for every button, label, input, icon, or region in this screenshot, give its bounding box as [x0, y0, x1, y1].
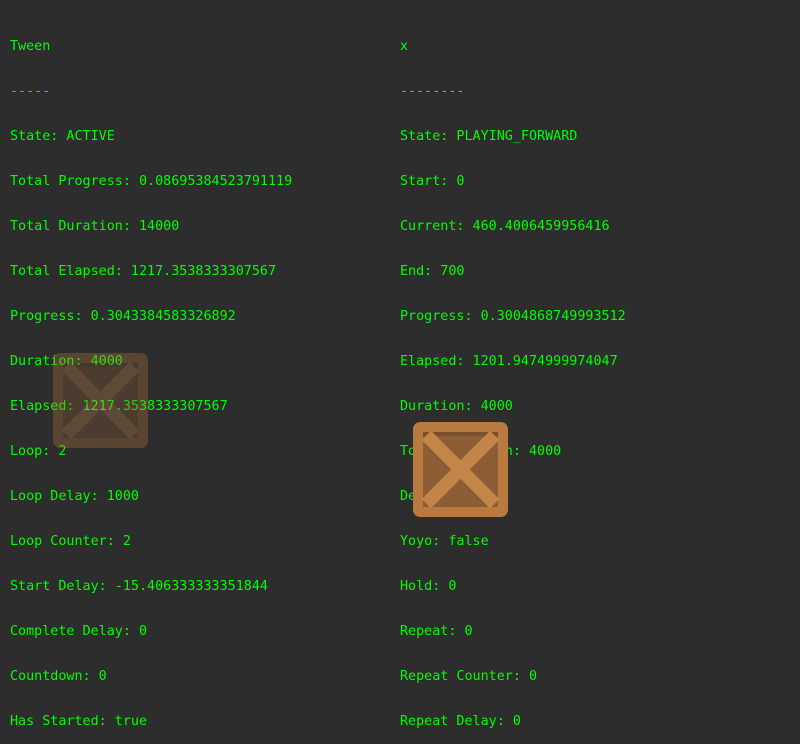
tween-data-panel-title: x — [400, 39, 409, 54]
tween-data-repeat: Repeat: 0 — [400, 624, 473, 639]
tween-data-elapsed: Elapsed: 1201.9474999974047 — [400, 354, 618, 369]
tween-panel-title: Tween — [10, 39, 51, 54]
tween-data-debug-panel: x -------- State: PLAYING_FORWARD Start:… — [400, 9, 626, 744]
tween-data-start: Start: 0 — [400, 174, 465, 189]
tween-panel-divider: ----- — [10, 84, 51, 99]
crate-icon — [53, 353, 148, 448]
tween-loop-counter: Loop Counter: 2 — [10, 534, 131, 549]
tween-data-yoyo: Yoyo: false — [400, 534, 489, 549]
tween-start-delay: Start Delay: -15.406333333351844 — [10, 579, 268, 594]
tween-data-progress: Progress: 0.3004868749993512 — [400, 309, 626, 324]
tween-data-duration: Duration: 4000 — [400, 399, 513, 414]
crate-icon — [413, 422, 508, 517]
tween-total-progress: Total Progress: 0.08695384523791119 — [10, 174, 293, 189]
tween-complete-delay: Complete Delay: 0 — [10, 624, 148, 639]
tween-progress: Progress: 0.3043384583326892 — [10, 309, 236, 324]
tween-data-repeat-delay: Repeat Delay: 0 — [400, 714, 521, 729]
tween-loop: Loop: 2 — [10, 444, 67, 459]
tween-data-panel-divider: -------- — [400, 84, 465, 99]
ghost-crate-sprite — [53, 353, 148, 448]
tween-data-end: End: 700 — [400, 264, 465, 279]
tween-countdown: Countdown: 0 — [10, 669, 107, 684]
tween-has-started: Has Started: true — [10, 714, 148, 729]
tween-data-state: State: PLAYING_FORWARD — [400, 129, 578, 144]
tween-total-duration: Total Duration: 14000 — [10, 219, 180, 234]
tween-data-current: Current: 460.4006459956416 — [400, 219, 610, 234]
tween-total-elapsed: Total Elapsed: 1217.3538333307567 — [10, 264, 277, 279]
active-crate-sprite — [413, 422, 508, 517]
tween-state: State: ACTIVE — [10, 129, 115, 144]
tween-data-repeat-counter: Repeat Counter: 0 — [400, 669, 538, 684]
tween-data-hold: Hold: 0 — [400, 579, 457, 594]
tween-loop-delay: Loop Delay: 1000 — [10, 489, 139, 504]
